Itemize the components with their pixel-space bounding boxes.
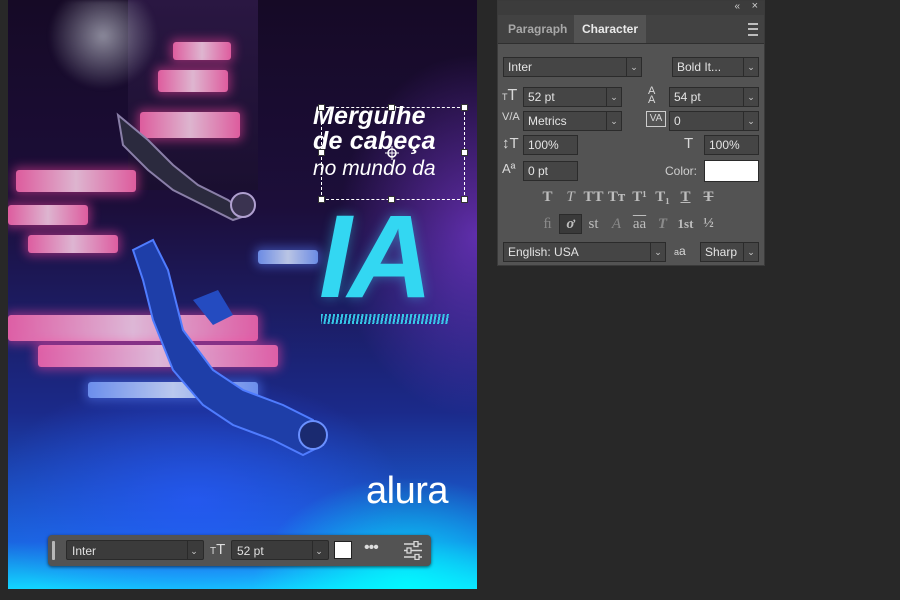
horizontal-scale-field[interactable]: 100% bbox=[704, 135, 759, 155]
color-label: Color: bbox=[665, 164, 698, 178]
font-size-icon: TT bbox=[210, 541, 226, 558]
antialias-icon-label: a bbox=[679, 244, 686, 258]
document-canvas[interactable]: Mergulhe de cabeça no mundo da IA alura bbox=[8, 0, 477, 589]
baseline-shift-icon: Aª bbox=[502, 161, 516, 176]
kerning-icon: V/A bbox=[502, 111, 520, 123]
panel-tabs: Paragraph Character bbox=[498, 15, 764, 44]
astronaut-figure bbox=[116, 112, 256, 222]
small-caps-button[interactable]: Tт bbox=[605, 187, 628, 207]
leading-icon: AA bbox=[648, 85, 656, 106]
more-options-button[interactable]: ••• bbox=[364, 539, 379, 557]
font-size-field[interactable]: 52 pt ⌄ bbox=[523, 87, 622, 107]
resize-handle[interactable] bbox=[461, 149, 468, 156]
strikethrough-button[interactable]: T bbox=[697, 187, 720, 207]
resize-handle[interactable] bbox=[318, 149, 325, 156]
building-window bbox=[8, 205, 88, 225]
leading-value: 54 pt bbox=[674, 90, 701, 104]
ia-title[interactable]: IA bbox=[319, 198, 433, 316]
contextual-task-bar[interactable]: Inter ⌄ TT 52 pt ⌄ ••• bbox=[48, 535, 431, 566]
tab-character[interactable]: Character bbox=[574, 15, 647, 43]
building-window bbox=[28, 235, 118, 253]
antialias-icon: aa bbox=[674, 244, 686, 258]
taskbar-color-swatch[interactable] bbox=[334, 541, 352, 559]
settings-sliders-icon[interactable] bbox=[403, 541, 423, 560]
fractions-button[interactable]: ½ bbox=[697, 214, 720, 234]
taskbar-font-value: Inter bbox=[72, 544, 97, 558]
opentype-buttons: ﬁ ơ st A aa T 1st ½ bbox=[536, 214, 720, 234]
font-style-value: Bold It... bbox=[677, 60, 722, 74]
taskbar-size-dropdown[interactable]: 52 pt ⌄ bbox=[231, 540, 329, 560]
taskbar-size-value: 52 pt bbox=[237, 544, 264, 558]
chevron-down-icon: ⌄ bbox=[743, 88, 758, 106]
chevron-down-icon: ⌄ bbox=[606, 112, 621, 130]
diver-figure bbox=[131, 238, 328, 457]
chevron-down-icon: ⌄ bbox=[187, 541, 200, 559]
resize-handle[interactable] bbox=[388, 104, 395, 111]
building-window bbox=[158, 70, 228, 92]
color-swatch[interactable] bbox=[704, 160, 759, 182]
tab-paragraph[interactable]: Paragraph bbox=[500, 15, 575, 43]
horizontal-scale-value: 100% bbox=[709, 138, 740, 152]
chevron-down-icon: ⌄ bbox=[312, 541, 325, 559]
ordinals-button[interactable]: 1st bbox=[674, 214, 697, 234]
tracking-icon: VA bbox=[646, 111, 666, 127]
font-size-icon: TT bbox=[502, 87, 518, 104]
underline-button[interactable]: T bbox=[674, 187, 697, 207]
drag-handle[interactable] bbox=[52, 541, 55, 560]
collapse-icon[interactable]: « bbox=[734, 1, 740, 12]
resize-handle[interactable] bbox=[318, 104, 325, 111]
discretionary-ligatures-button[interactable]: st bbox=[582, 214, 605, 234]
move-center-icon[interactable] bbox=[385, 146, 399, 160]
tracking-dropdown[interactable]: 0 ⌄ bbox=[669, 111, 759, 131]
faux-bold-button[interactable]: T bbox=[536, 187, 559, 207]
stylistic-alternates-button[interactable]: aa bbox=[628, 214, 651, 234]
panel-title-bar[interactable]: « × bbox=[498, 0, 764, 15]
close-icon[interactable]: × bbox=[752, 0, 758, 12]
old-style-button[interactable]: ơ bbox=[559, 214, 582, 234]
titling-alternates-button[interactable]: T bbox=[651, 214, 674, 234]
antialias-dropdown[interactable]: Sharp ⌄ bbox=[700, 242, 759, 262]
language-value: English: USA bbox=[508, 245, 579, 259]
character-panel[interactable]: « × Paragraph Character Inter ⌄ Bold It.… bbox=[497, 0, 765, 266]
text-selection-box[interactable] bbox=[318, 104, 468, 203]
chevron-down-icon: ⌄ bbox=[606, 88, 621, 106]
ligatures-button[interactable]: ﬁ bbox=[536, 214, 559, 234]
vertical-scale-value: 100% bbox=[528, 138, 559, 152]
chevron-down-icon: ⌄ bbox=[626, 58, 641, 76]
all-caps-button[interactable]: TT bbox=[582, 187, 605, 207]
leading-field[interactable]: 54 pt ⌄ bbox=[669, 87, 759, 107]
smoke-trail bbox=[48, 0, 158, 90]
swash-button[interactable]: A bbox=[605, 214, 628, 234]
building-window bbox=[173, 42, 231, 60]
kerning-dropdown[interactable]: Metrics ⌄ bbox=[523, 111, 622, 131]
chevron-down-icon: ⌄ bbox=[743, 58, 758, 76]
chevron-down-icon: ⌄ bbox=[743, 112, 758, 130]
horizontal-scale-icon: T bbox=[684, 135, 694, 152]
chevron-down-icon: ⌄ bbox=[743, 243, 758, 261]
font-family-value: Inter bbox=[508, 60, 533, 74]
baseline-shift-field[interactable]: 0 pt bbox=[523, 161, 578, 181]
faux-italic-button[interactable]: T bbox=[559, 187, 582, 207]
subscript-button[interactable]: T₁ bbox=[651, 187, 674, 207]
font-style-dropdown[interactable]: Bold It... ⌄ bbox=[672, 57, 759, 77]
baseline-shift-value: 0 pt bbox=[528, 164, 549, 178]
tracking-value: 0 bbox=[674, 114, 681, 128]
antialias-value: Sharp bbox=[705, 245, 738, 259]
alura-logo: alura bbox=[366, 470, 449, 512]
font-family-dropdown[interactable]: Inter ⌄ bbox=[503, 57, 642, 77]
font-size-value: 52 pt bbox=[528, 90, 555, 104]
kerning-value: Metrics bbox=[528, 114, 567, 128]
type-style-buttons: T T TT Tт T¹ T₁ T T bbox=[536, 187, 720, 207]
chevron-down-icon: ⌄ bbox=[650, 243, 665, 261]
striped-bar-decoration bbox=[321, 314, 449, 324]
language-dropdown[interactable]: English: USA ⌄ bbox=[503, 242, 666, 262]
vertical-scale-icon: ↕T bbox=[502, 135, 519, 152]
panel-menu-icon[interactable] bbox=[748, 23, 758, 36]
superscript-button[interactable]: T¹ bbox=[628, 187, 651, 207]
resize-handle[interactable] bbox=[461, 196, 468, 203]
resize-handle[interactable] bbox=[461, 104, 468, 111]
taskbar-font-dropdown[interactable]: Inter ⌄ bbox=[66, 540, 204, 560]
vertical-scale-field[interactable]: 100% bbox=[523, 135, 578, 155]
